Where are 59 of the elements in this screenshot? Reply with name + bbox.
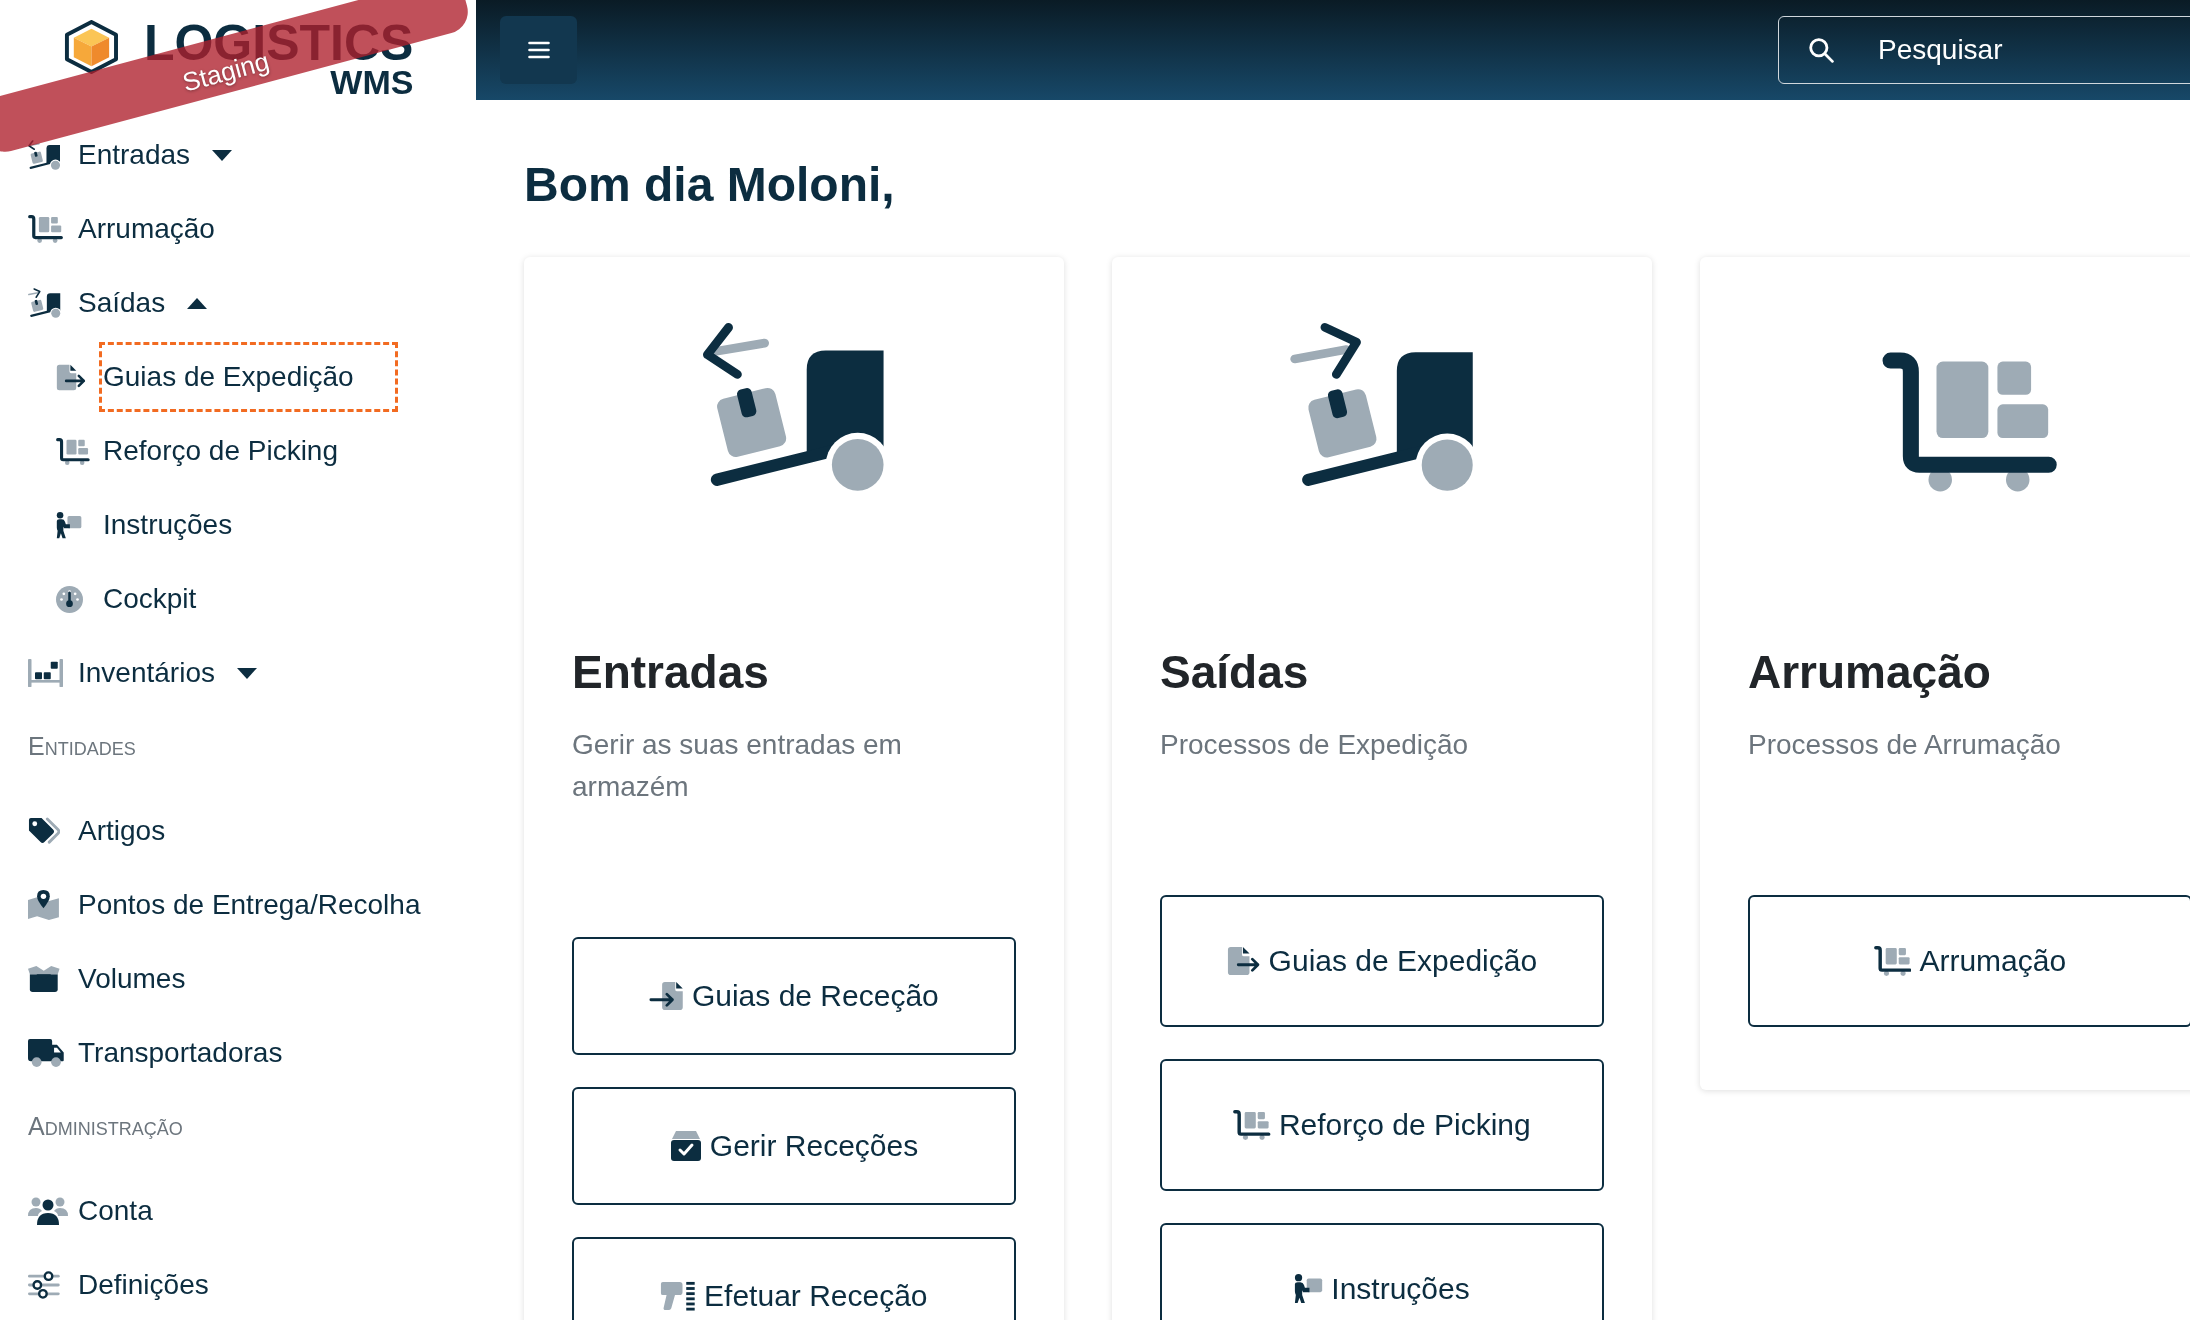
- card-description: Processos de Arrumação: [1748, 728, 2061, 762]
- cart-icon: [56, 437, 90, 465]
- search-field[interactable]: Pesquisar: [1778, 16, 2190, 84]
- hand-truck-icon: [702, 322, 886, 492]
- card-title: Saídas: [1160, 645, 1309, 700]
- file-arrow-icon: [1226, 946, 1261, 976]
- person-box-icon: [1294, 1274, 1324, 1304]
- greeting-heading: Bom dia Moloni,: [524, 157, 895, 213]
- sidebar-item[interactable]: Conta: [74, 1195, 157, 1227]
- action-button[interactable]: Arrumação: [1748, 895, 2190, 1027]
- action-button[interactable]: Efetuar Receção: [572, 1237, 1016, 1320]
- sliders-icon: [28, 1271, 60, 1299]
- hand-truck-icon: [1289, 322, 1475, 492]
- menu-button[interactable]: [500, 16, 577, 84]
- file-arrow-icon: [649, 981, 684, 1011]
- sidebar-item[interactable]: Arrumação: [74, 213, 219, 245]
- sidebar-item[interactable]: Pontos de Entrega/Recolha: [74, 889, 425, 921]
- sidebar-item[interactable]: Guias de Expedição: [99, 342, 398, 412]
- card-description: Gerir as suas entradas em armazém: [572, 728, 903, 804]
- sidebar-item[interactable]: Artigos: [74, 815, 170, 847]
- map-pin-icon: [28, 890, 59, 920]
- sidebar-item[interactable]: Definições: [74, 1269, 213, 1301]
- cart-icon: [1873, 946, 1912, 976]
- sidebar-item[interactable]: Cockpit: [99, 583, 201, 615]
- card-title: Arrumação: [1748, 645, 1991, 700]
- action-button[interactable]: Guias de Expedição: [1160, 895, 1604, 1027]
- truck-icon: [28, 1039, 65, 1067]
- action-button[interactable]: Reforço de Picking: [1160, 1059, 1604, 1191]
- cart-icon: [1882, 352, 2058, 492]
- cart-icon: [1233, 1110, 1271, 1140]
- sidebar-item[interactable]: Saídas: [74, 287, 212, 319]
- logo-subtext: WMS: [330, 66, 414, 98]
- sidebar-item[interactable]: Transportadoras: [74, 1037, 287, 1069]
- action-button[interactable]: Guias de Receção: [572, 937, 1016, 1055]
- sidebar-item[interactable]: Instruções: [99, 509, 237, 541]
- sidebar-item[interactable]: Volumes: [74, 963, 190, 995]
- sidebar-item[interactable]: Entradas: [74, 139, 237, 171]
- action-button[interactable]: Instruções: [1160, 1223, 1604, 1320]
- shelves-icon: [28, 659, 63, 687]
- section-heading: Administração: [28, 1112, 183, 1140]
- scanner-icon: [660, 1281, 697, 1311]
- cube-logo-icon: [63, 20, 120, 74]
- box-check-icon: [669, 1131, 702, 1161]
- action-button[interactable]: Gerir Receções: [572, 1087, 1016, 1205]
- sidebar-item[interactable]: Inventários: [74, 657, 261, 689]
- box-icon: [28, 966, 60, 992]
- cart-icon: [28, 215, 64, 243]
- card-title: Entradas: [572, 645, 769, 700]
- section-heading: Entidades: [28, 732, 136, 760]
- sidebar-item[interactable]: Reforço de Picking: [99, 435, 342, 467]
- hand-truck-icon: [28, 288, 61, 318]
- person-box-icon: [56, 511, 83, 539]
- file-arrow-icon: [56, 363, 87, 391]
- menu-icon: [527, 41, 550, 59]
- card-description: Processos de Expedição: [1160, 728, 1469, 762]
- users-icon: [28, 1197, 68, 1225]
- search-icon: [1808, 37, 1834, 63]
- tag-icon: [28, 817, 60, 845]
- gauge-icon: [56, 585, 83, 613]
